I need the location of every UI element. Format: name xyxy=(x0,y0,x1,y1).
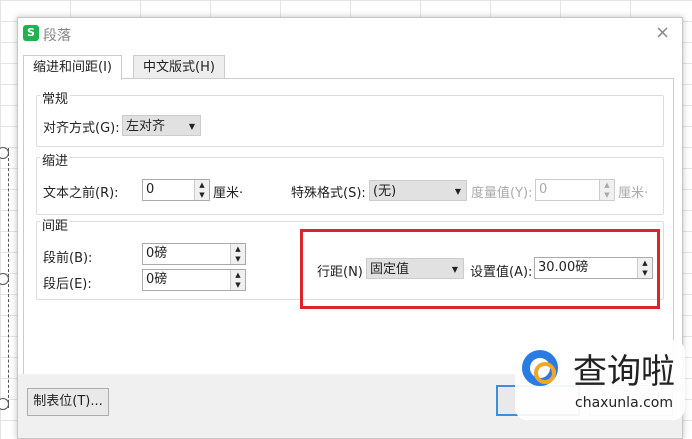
space-after-label: 段后(E): xyxy=(43,277,92,292)
special-format-value: (无) xyxy=(373,184,397,199)
spacing-title: 间距 xyxy=(40,215,71,234)
resize-handle[interactable] xyxy=(0,398,9,410)
space-before-input[interactable]: 0磅 ▲ ▼ xyxy=(142,243,246,265)
tab-panel: 常规 对齐方式(G): 左对齐 ▼ 缩进 文本之前(R): 0 ▲ ▼ 厘米· 特殊格… xyxy=(23,78,674,376)
set-value-input[interactable]: 30.00磅 ▲ ▼ xyxy=(534,257,653,279)
indent-before-label: 文本之前(R): xyxy=(43,186,119,201)
watermark-text: 查询啦 xyxy=(573,352,675,392)
set-value-value: 30.00磅 xyxy=(538,260,589,275)
measure-label: 度量值(Y): xyxy=(471,186,533,201)
line-spacing-select[interactable]: 固定值 ▼ xyxy=(366,258,464,279)
close-icon[interactable]: × xyxy=(655,22,670,43)
dropdown-arrow-icon: ▼ xyxy=(188,122,195,131)
app-logo-icon: S xyxy=(23,25,39,41)
space-before-label: 段前(B): xyxy=(43,251,93,266)
general-title: 常规 xyxy=(40,88,71,107)
align-select[interactable]: 左对齐 ▼ xyxy=(122,115,201,136)
dialog-title: 段落 xyxy=(43,28,71,44)
special-format-label: 特殊格式(S): xyxy=(291,186,366,201)
spinner-icon[interactable]: ▲ ▼ xyxy=(230,244,245,264)
watermark-url: chaxunla.com xyxy=(575,395,673,411)
dropdown-arrow-icon: ▼ xyxy=(454,187,461,196)
measure-value: 0 xyxy=(539,182,548,197)
space-after-value: 0磅 xyxy=(146,272,168,287)
indent-before-value: 0 xyxy=(146,182,155,197)
spinner-icon[interactable]: ▲ ▼ xyxy=(637,258,652,278)
title-bar: S 段落 × xyxy=(18,18,682,49)
watermark-logo-icon xyxy=(522,350,558,386)
measure-input[interactable]: 0 ▲ ▼ xyxy=(535,179,615,201)
align-value: 左对齐 xyxy=(126,119,166,134)
indent-before-input[interactable]: 0 ▲ ▼ xyxy=(142,179,210,201)
indent-title: 缩进 xyxy=(40,150,71,169)
spinner-icon[interactable]: ▲ ▼ xyxy=(230,270,245,290)
tab-chinese-layout[interactable]: 中文版式(H) xyxy=(133,55,225,79)
tab-indent-spacing[interactable]: 缩进和间距(I) xyxy=(23,55,122,80)
tabs-button[interactable]: 制表位(T)... xyxy=(27,388,109,416)
line-spacing-label: 行距(N) xyxy=(317,265,363,280)
indent-unit[interactable]: 厘米· xyxy=(213,182,243,201)
measure-unit: 厘米· xyxy=(618,186,649,201)
spinner-icon[interactable]: ▲ ▼ xyxy=(194,180,209,200)
align-label: 对齐方式(G): xyxy=(43,121,120,136)
set-value-label: 设置值(A): xyxy=(470,265,533,280)
line-spacing-value: 固定值 xyxy=(370,262,410,277)
dropdown-arrow-icon: ▼ xyxy=(451,265,458,274)
watermark: 查询啦 chaxunla.com xyxy=(515,340,685,420)
space-before-value: 0磅 xyxy=(146,246,168,261)
spinner-icon[interactable]: ▲ ▼ xyxy=(599,180,614,200)
space-after-input[interactable]: 0磅 ▲ ▼ xyxy=(142,269,246,291)
special-format-select[interactable]: (无) ▼ xyxy=(369,180,467,201)
